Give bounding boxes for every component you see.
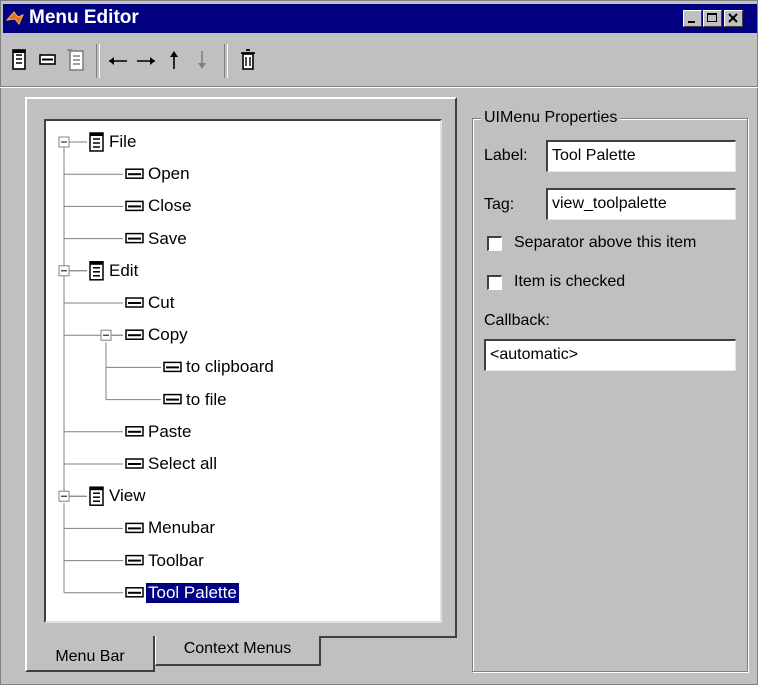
- tree-menu-item-node[interactable]: Open: [146, 164, 192, 184]
- new-menu-icon: [12, 49, 26, 70]
- move-right-button[interactable]: [134, 46, 158, 74]
- toolbar-separator: [224, 44, 228, 78]
- tab-menu-bar-label: Menu Bar: [55, 648, 125, 665]
- new-context-menu-icon: [67, 49, 84, 71]
- callback-caption: Callback:: [484, 312, 550, 329]
- menu-icon: [89, 486, 104, 506]
- tree-menu-item-node[interactable]: Menubar: [146, 518, 217, 538]
- close-button[interactable]: [724, 10, 743, 27]
- collapse-toggle-icon[interactable]: [100, 329, 112, 341]
- tree-menu-item-node[interactable]: Copy: [146, 325, 190, 345]
- title-bar[interactable]: Menu Editor: [3, 4, 757, 33]
- window-title: Menu Editor: [29, 7, 139, 28]
- delete-button[interactable]: [236, 46, 260, 74]
- tree-menu-item-node[interactable]: Tool Palette: [145, 581, 240, 604]
- tree-menu-item-node[interactable]: Select all: [146, 454, 219, 474]
- tree-menu-node[interactable]: View: [107, 486, 148, 506]
- arrow-left-icon: [109, 57, 127, 65]
- arrow-down-icon: [198, 51, 206, 69]
- minimize-icon: [688, 21, 695, 23]
- collapse-toggle-icon[interactable]: [58, 136, 70, 148]
- toolbar-separator: [96, 44, 100, 78]
- arrow-right-icon: [137, 57, 155, 65]
- arrow-up-icon: [170, 51, 178, 69]
- collapse-toggle-icon[interactable]: [58, 490, 70, 502]
- maximize-button[interactable]: [703, 10, 722, 27]
- separator-checkbox-label: Separator above this item: [514, 234, 697, 251]
- menu-tree[interactable]: File Open Close Save Edit Cut Copy to clipboard…: [44, 119, 442, 623]
- tab-context-menus-label: Context Menus: [183, 640, 292, 657]
- menu-icon: [89, 132, 104, 152]
- trash-icon: [241, 49, 255, 70]
- menu-item-icon: [125, 329, 144, 340]
- menu-item-icon: [163, 361, 182, 373]
- tree-menu-item-node[interactable]: Toolbar: [146, 551, 206, 571]
- toolbar-divider-highlight: [0, 87, 758, 88]
- new-context-menu-button[interactable]: [64, 46, 88, 74]
- tab-context-menus[interactable]: Context Menus: [155, 636, 321, 666]
- menu-item-icon: [125, 458, 144, 469]
- move-left-button[interactable]: [106, 46, 130, 74]
- tree-menu-item-node[interactable]: Cut: [146, 293, 176, 313]
- label-field[interactable]: Tool Palette: [546, 140, 736, 172]
- close-icon: [728, 13, 738, 23]
- separator-checkbox[interactable]: [487, 236, 502, 251]
- matlab-logo-icon: [6, 11, 24, 25]
- menu-item-icon: [125, 587, 144, 598]
- maximize-icon: [707, 13, 717, 22]
- new-menu-button[interactable]: [8, 46, 32, 74]
- menu-item-icon: [125, 297, 144, 308]
- tree-menu-item-node[interactable]: to clipboard: [184, 357, 276, 377]
- new-menu-item-icon: [39, 54, 56, 65]
- menu-item-icon: [125, 522, 144, 534]
- menu-icon: [89, 261, 104, 281]
- menu-item-icon: [125, 554, 144, 566]
- menu-item-icon: [125, 426, 144, 437]
- menu-item-icon: [125, 232, 144, 244]
- tree-menu-node[interactable]: Edit: [107, 261, 140, 281]
- tree-menu-node[interactable]: File: [107, 132, 138, 152]
- tab-menu-bar[interactable]: Menu Bar: [25, 636, 155, 672]
- callback-field[interactable]: <automatic>: [484, 339, 736, 371]
- menu-item-icon: [125, 168, 144, 179]
- move-down-button[interactable]: [190, 46, 214, 74]
- collapse-toggle-icon[interactable]: [58, 265, 70, 277]
- minimize-button[interactable]: [683, 10, 702, 27]
- toolbar: [6, 38, 756, 86]
- menu-item-icon: [125, 200, 144, 212]
- tag-caption: Tag:: [484, 196, 515, 213]
- menu-item-icon: [163, 393, 182, 405]
- uimenu-properties-title: UIMenu Properties: [481, 109, 621, 127]
- new-menu-item-button[interactable]: [36, 46, 60, 74]
- tree-menu-item-node[interactable]: Paste: [146, 422, 193, 442]
- tree-menu-item-node[interactable]: Close: [146, 196, 193, 216]
- tag-field[interactable]: view_toolpalette: [546, 188, 736, 220]
- item-checked-checkbox-label: Item is checked: [514, 273, 626, 290]
- tree-menu-item-node[interactable]: Save: [146, 229, 189, 249]
- item-checked-checkbox[interactable]: [487, 275, 502, 290]
- label-caption: Label:: [484, 147, 528, 164]
- tree-menu-item-node[interactable]: to file: [184, 390, 229, 410]
- move-up-button[interactable]: [162, 46, 186, 74]
